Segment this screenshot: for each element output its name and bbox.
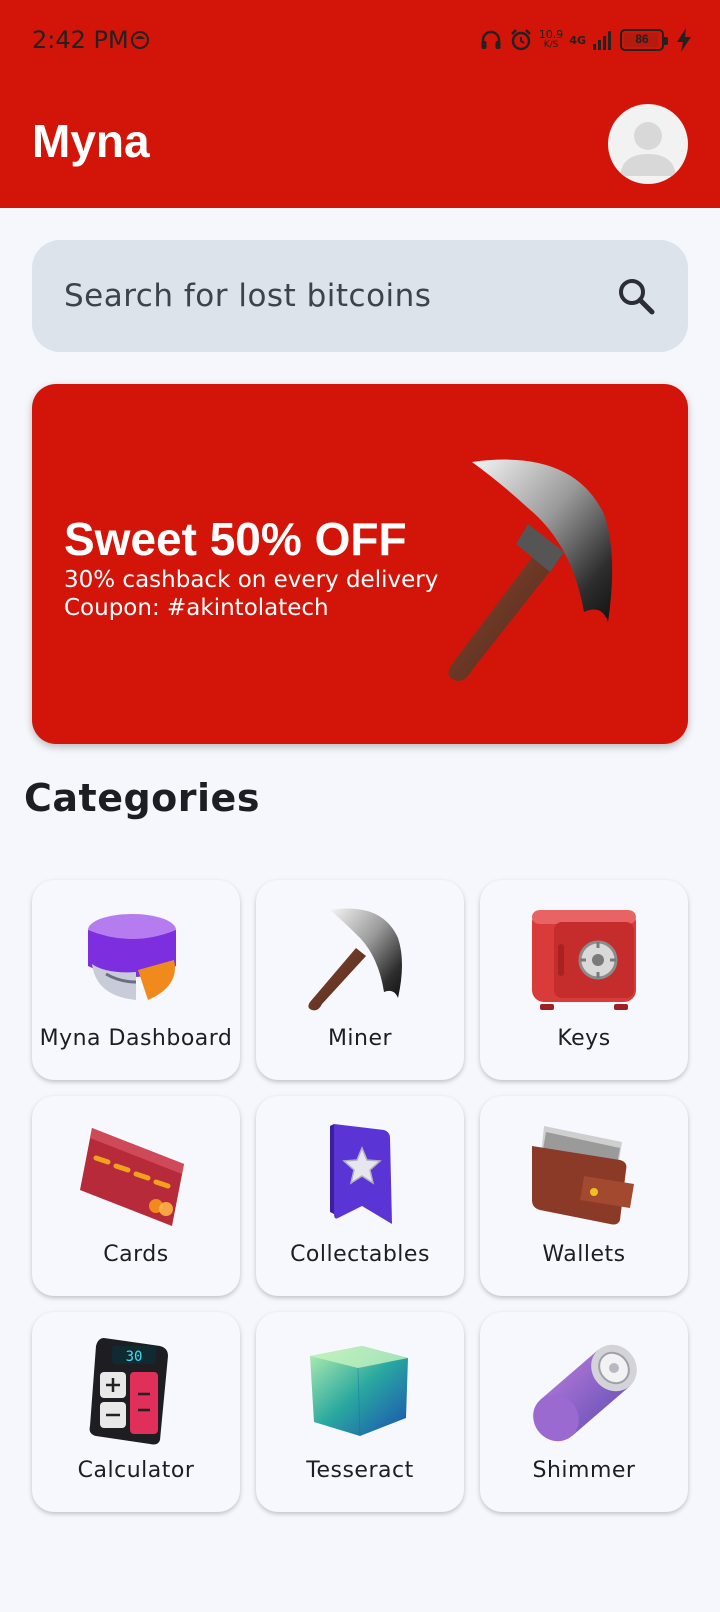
signal-icon [593,31,611,50]
profile-avatar[interactable] [608,104,688,184]
network-speed-unit: K/S [543,40,559,50]
battery-cap [664,37,668,45]
promo-line-coupon: Coupon: #akintolatech [64,595,329,621]
category-card-cards[interactable]: Cards [32,1096,240,1296]
category-label: Cards [103,1242,169,1267]
category-label: Keys [557,1026,611,1051]
category-label: Wallets [542,1242,626,1267]
category-card-calculator[interactable]: 30 Calculator [32,1312,240,1512]
alarm-icon [510,29,531,51]
category-label: Shimmer [532,1458,636,1483]
search-bar[interactable] [32,240,688,352]
wallet-icon [532,1126,634,1225]
battery-indicator: 86 [620,29,668,51]
charging-bolt-icon [677,28,691,52]
status-icons: 10.9 K/S 4G 86 [479,24,692,56]
pickaxe-icon [308,908,402,1011]
status-bar: 2:42 PM 10.9 K/S 4G 86 [0,0,720,80]
person-icon [620,122,676,176]
dashboard-chart-icon [88,914,176,1000]
category-card-shimmer[interactable]: Shimmer [480,1312,688,1512]
svg-text:30: 30 [126,1349,143,1365]
category-card-collectables[interactable]: Collectables [256,1096,464,1296]
categories-title: Categories [24,776,260,820]
battery-level: 86 [635,32,649,46]
category-label: Calculator [77,1458,195,1483]
network-speed: 10.9 K/S [539,29,564,51]
category-card-myna-dashboard[interactable]: Myna Dashboard [32,880,240,1080]
network-speed-value: 10.9 [538,28,564,41]
safe-icon [532,910,636,1010]
credit-card-icon [80,1128,184,1226]
calculator-icon: 30 [89,1338,168,1445]
pickaxe-icon [448,459,613,681]
category-label: Miner [327,1026,393,1051]
search-icon[interactable] [616,276,656,316]
cube-icon [310,1346,408,1437]
category-label: Collectables [290,1242,430,1267]
category-card-tesseract[interactable]: Tesseract [256,1312,464,1512]
app-title: Myna [32,115,150,167]
category-card-keys[interactable]: Keys [480,880,688,1080]
notification-icon [131,31,149,49]
status-time: 2:42 PM [32,26,129,54]
promo-line-cashback: 30% cashback on every delivery [64,567,439,593]
category-card-wallets[interactable]: Wallets [480,1096,688,1296]
search-input[interactable] [64,274,584,318]
headphones-icon [481,30,501,49]
battery-cell-icon [533,1344,637,1442]
category-card-miner[interactable]: Miner [256,880,464,1080]
category-label: Tesseract [306,1458,414,1483]
app-bar: 2:42 PM 10.9 K/S 4G 86 Myna [0,0,720,208]
promo-title: Sweet 50% OFF [64,513,407,565]
category-label: Myna Dashboard [39,1026,233,1051]
promo-banner[interactable]: Sweet 50% OFF 30% cashback on every deli… [32,384,688,744]
network-type: 4G [569,33,586,47]
bookmark-star-icon [330,1124,392,1224]
promo-subtitle: 30% cashback on every delivery Coupon: #… [64,566,438,622]
